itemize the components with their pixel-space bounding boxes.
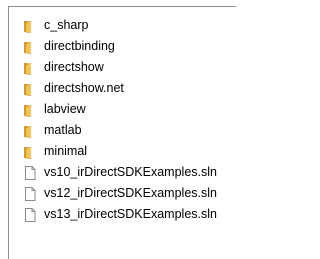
file-icon — [25, 165, 36, 180]
folder-icon — [24, 41, 32, 54]
folder-icon — [24, 62, 32, 75]
folder-item-matlab[interactable]: matlab — [22, 121, 82, 140]
item-label: labview — [44, 102, 86, 116]
folder-item-directbinding[interactable]: directbinding — [22, 37, 115, 56]
file-item-vs10-sln[interactable]: vs10_irDirectSDKExamples.sln — [22, 163, 217, 182]
file-icon — [25, 207, 36, 222]
file-list: c_sharp directbinding directshow directs… — [8, 6, 236, 259]
folder-item-directshow[interactable]: directshow — [22, 58, 104, 77]
file-icon — [25, 186, 36, 201]
folder-icon — [24, 125, 32, 138]
item-label: vs12_irDirectSDKExamples.sln — [44, 186, 217, 200]
item-label: minimal — [44, 144, 88, 158]
item-label: directbinding — [44, 39, 115, 53]
folder-item-directshow-net[interactable]: directshow.net — [22, 79, 124, 98]
folder-icon — [24, 146, 32, 159]
file-item-vs12-sln[interactable]: vs12_irDirectSDKExamples.sln — [22, 184, 217, 203]
item-label: c_sharp — [44, 18, 89, 32]
folder-icon — [24, 20, 32, 33]
folder-icon — [24, 83, 32, 96]
folder-item-c-sharp[interactable]: c_sharp — [22, 16, 88, 35]
folder-icon — [24, 104, 32, 117]
file-item-vs13-sln[interactable]: vs13_irDirectSDKExamples.sln — [22, 205, 217, 224]
folder-item-labview[interactable]: labview — [22, 100, 86, 119]
folder-item-minimal[interactable]: minimal — [22, 142, 87, 161]
item-label: vs13_irDirectSDKExamples.sln — [44, 207, 217, 221]
item-label: directshow.net — [44, 81, 124, 95]
item-label: vs10_irDirectSDKExamples.sln — [44, 165, 217, 179]
item-label: matlab — [44, 123, 82, 137]
item-label: directshow — [44, 60, 104, 74]
